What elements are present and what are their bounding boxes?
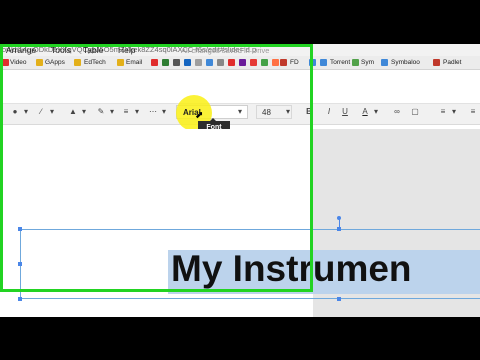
folder-icon [117, 59, 124, 66]
link-icon[interactable]: ∞ [390, 106, 404, 118]
bookmark-icon[interactable] [381, 59, 388, 66]
italic-button[interactable]: I [324, 106, 334, 118]
bookmark-padlet[interactable]: Padlet [443, 56, 461, 69]
bookmark-icon[interactable] [162, 59, 169, 66]
menu-table[interactable]: Table [83, 45, 103, 55]
bookmark-edtech[interactable]: EdTech [84, 56, 106, 69]
bookmark-icon[interactable] [261, 59, 268, 66]
folder-icon [36, 59, 43, 66]
menu-arrange[interactable]: Arrange [6, 45, 36, 55]
selected-textbox[interactable] [20, 229, 480, 299]
bookmarks-bar: Video GApps EdTech Email FD Torrent Sym … [0, 56, 480, 70]
menu-help[interactable]: Help [118, 45, 135, 55]
bookmark-icon[interactable] [151, 59, 158, 66]
save-status: All changes saved in Drive [181, 46, 270, 55]
border-dash-icon[interactable]: ⋯ [146, 106, 160, 118]
dropdown-caret-icon[interactable]: ▾ [160, 106, 168, 118]
bold-button[interactable]: B [304, 106, 314, 118]
dropdown-caret-icon[interactable]: ▾ [372, 106, 380, 118]
dropdown-caret-icon[interactable]: ▾ [48, 106, 56, 118]
line-icon[interactable]: ∕ [34, 106, 48, 118]
resize-handle[interactable] [18, 297, 22, 301]
text-color-button[interactable]: A [360, 106, 370, 118]
resize-handle[interactable] [18, 262, 22, 266]
bookmark-icon[interactable] [206, 59, 213, 66]
resize-handle[interactable] [337, 227, 341, 231]
bookmark-icon[interactable] [239, 59, 246, 66]
dropdown-caret-icon[interactable]: ▾ [80, 106, 88, 118]
dropdown-caret-icon[interactable]: ▾ [22, 106, 30, 118]
border-weight-icon[interactable]: ≡ [119, 106, 133, 118]
dropdown-caret-icon[interactable]: ▾ [450, 106, 458, 118]
align-icon[interactable]: ≡ [436, 106, 450, 118]
bookmark-icon[interactable] [320, 59, 327, 66]
font-dropdown-caret-icon[interactable]: ▾ [236, 106, 244, 118]
folder-icon [74, 59, 81, 66]
font-size-value: 48 [262, 108, 271, 117]
font-value-overlay: Arial [183, 108, 201, 117]
bookmark-favicon [2, 59, 9, 66]
bookmark-icon[interactable] [195, 59, 202, 66]
bookmark-icon[interactable] [280, 59, 287, 66]
bookmark-icon[interactable] [433, 59, 440, 66]
bookmark-icon[interactable] [352, 59, 359, 66]
bookmark-icon[interactable] [250, 59, 257, 66]
resize-handle[interactable] [18, 227, 22, 231]
bookmark-icon[interactable] [228, 59, 235, 66]
line-spacing-icon[interactable]: ≡ [466, 106, 480, 118]
bookmark-torrent[interactable]: Torrent [330, 56, 350, 69]
comment-icon[interactable]: ▢ [408, 106, 422, 118]
bookmark-gapps[interactable]: GApps [45, 56, 65, 69]
bookmark-fd[interactable]: FD [290, 56, 299, 69]
border-color-icon[interactable]: ✎ [94, 106, 108, 118]
bookmark-icon[interactable] [184, 59, 191, 66]
bookmark-icon[interactable] [272, 59, 279, 66]
bookmark-symbaloo[interactable]: Symbaloo [391, 56, 420, 69]
bookmark-icon[interactable] [217, 59, 224, 66]
menu-tools[interactable]: Tools [51, 45, 71, 55]
shape-icon[interactable]: ● [8, 106, 22, 118]
bookmark-video[interactable]: Video [10, 56, 27, 69]
resize-handle[interactable] [337, 297, 341, 301]
fill-color-icon[interactable]: ▲ [66, 106, 80, 118]
bookmark-email[interactable]: Email [126, 56, 142, 69]
dropdown-caret-icon[interactable]: ▾ [108, 106, 116, 118]
bookmark-icon[interactable] [173, 59, 180, 66]
bookmark-sym[interactable]: Sym [361, 56, 374, 69]
dropdown-caret-icon[interactable]: ▾ [133, 106, 141, 118]
size-dropdown-caret-icon[interactable]: ▾ [284, 106, 292, 118]
bookmark-icon[interactable] [309, 59, 316, 66]
rotate-handle[interactable] [337, 216, 341, 220]
underline-button[interactable]: U [340, 106, 350, 118]
